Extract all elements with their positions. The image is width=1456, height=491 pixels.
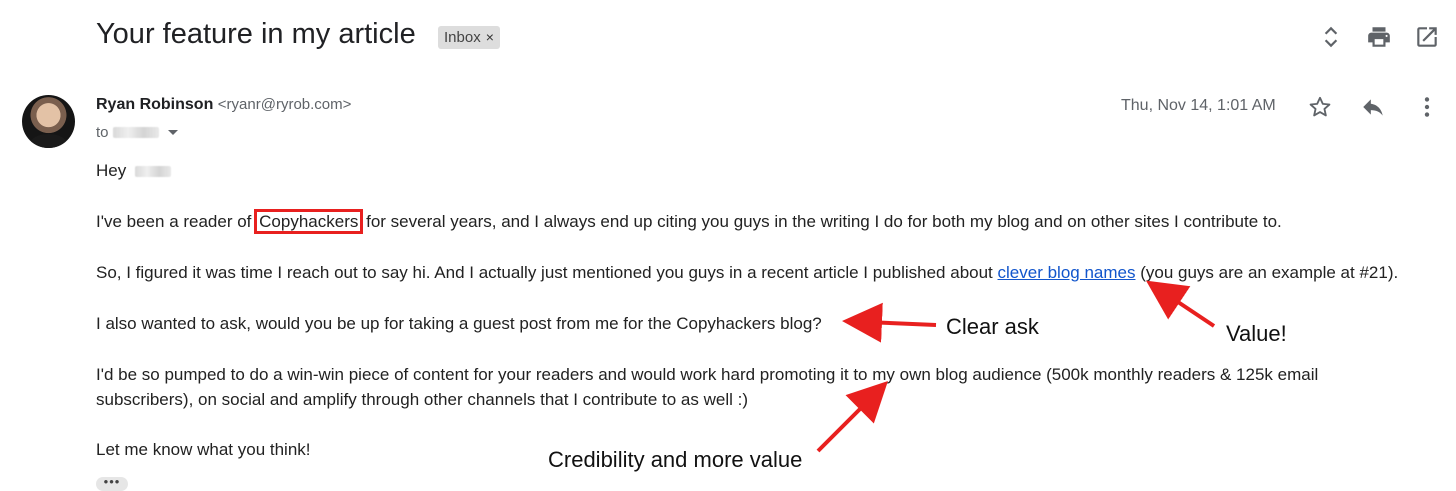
arrow-value	[1146, 280, 1216, 328]
arrow-clear-ask	[842, 302, 937, 343]
annotation-arrows	[816, 280, 1216, 453]
arrow-credibility	[816, 381, 888, 453]
